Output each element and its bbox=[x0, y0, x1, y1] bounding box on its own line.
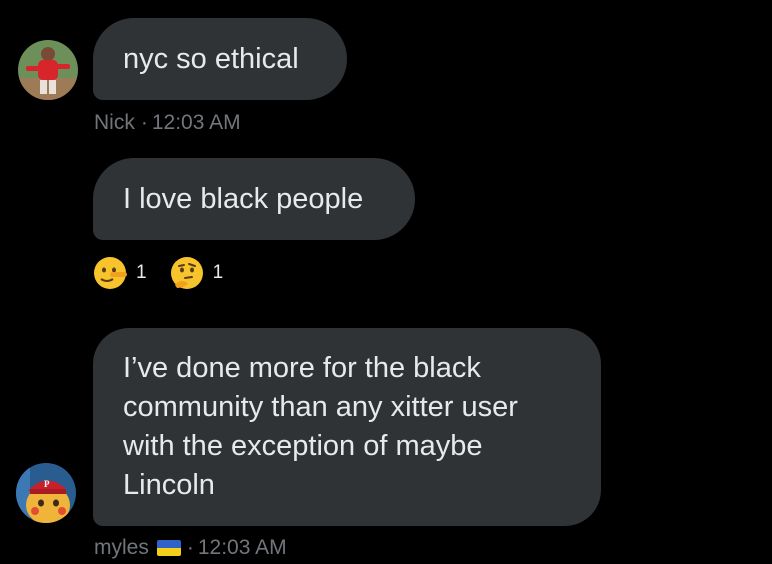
reaction-count: 1 bbox=[136, 262, 147, 283]
message-time: 12:03 AM bbox=[197, 536, 287, 559]
reaction-thinking-face[interactable]: 1 bbox=[169, 255, 224, 291]
message-text: nyc so ethical bbox=[123, 43, 299, 75]
pikachu-phillies-avatar-icon[interactable]: P bbox=[16, 463, 76, 523]
dm-conversation: nyc so ethical Nick · 12:03 AM I love bl… bbox=[0, 0, 772, 564]
reactions-row: 1 1 bbox=[92, 255, 245, 291]
thinking-face-icon bbox=[170, 257, 203, 289]
message-meta: Nick · 12:03 AM bbox=[94, 111, 241, 135]
svg-text:P: P bbox=[44, 479, 50, 489]
ukraine-flag-icon bbox=[156, 540, 181, 556]
sender-name[interactable]: myles bbox=[94, 536, 149, 560]
message-time: 12:03 AM bbox=[151, 111, 241, 134]
reaction-count: 1 bbox=[212, 262, 224, 283]
baseball-player-avatar-icon[interactable] bbox=[18, 40, 78, 100]
message-bubble[interactable]: I love black people bbox=[93, 158, 415, 240]
message-text: I’ve done more for the black community t… bbox=[123, 352, 518, 501]
lying-face-icon bbox=[94, 257, 127, 289]
meta-separator: · bbox=[140, 111, 148, 134]
message-bubble[interactable]: I’ve done more for the black community t… bbox=[93, 328, 601, 526]
message-text: I love black people bbox=[123, 183, 364, 215]
message-bubble[interactable]: nyc so ethical bbox=[93, 18, 347, 100]
reaction-lying-face[interactable]: 1 bbox=[92, 255, 147, 291]
meta-separator: · bbox=[186, 536, 194, 559]
message-meta: myles · 12:03 AM bbox=[94, 536, 287, 560]
sender-name[interactable]: Nick bbox=[94, 111, 135, 135]
